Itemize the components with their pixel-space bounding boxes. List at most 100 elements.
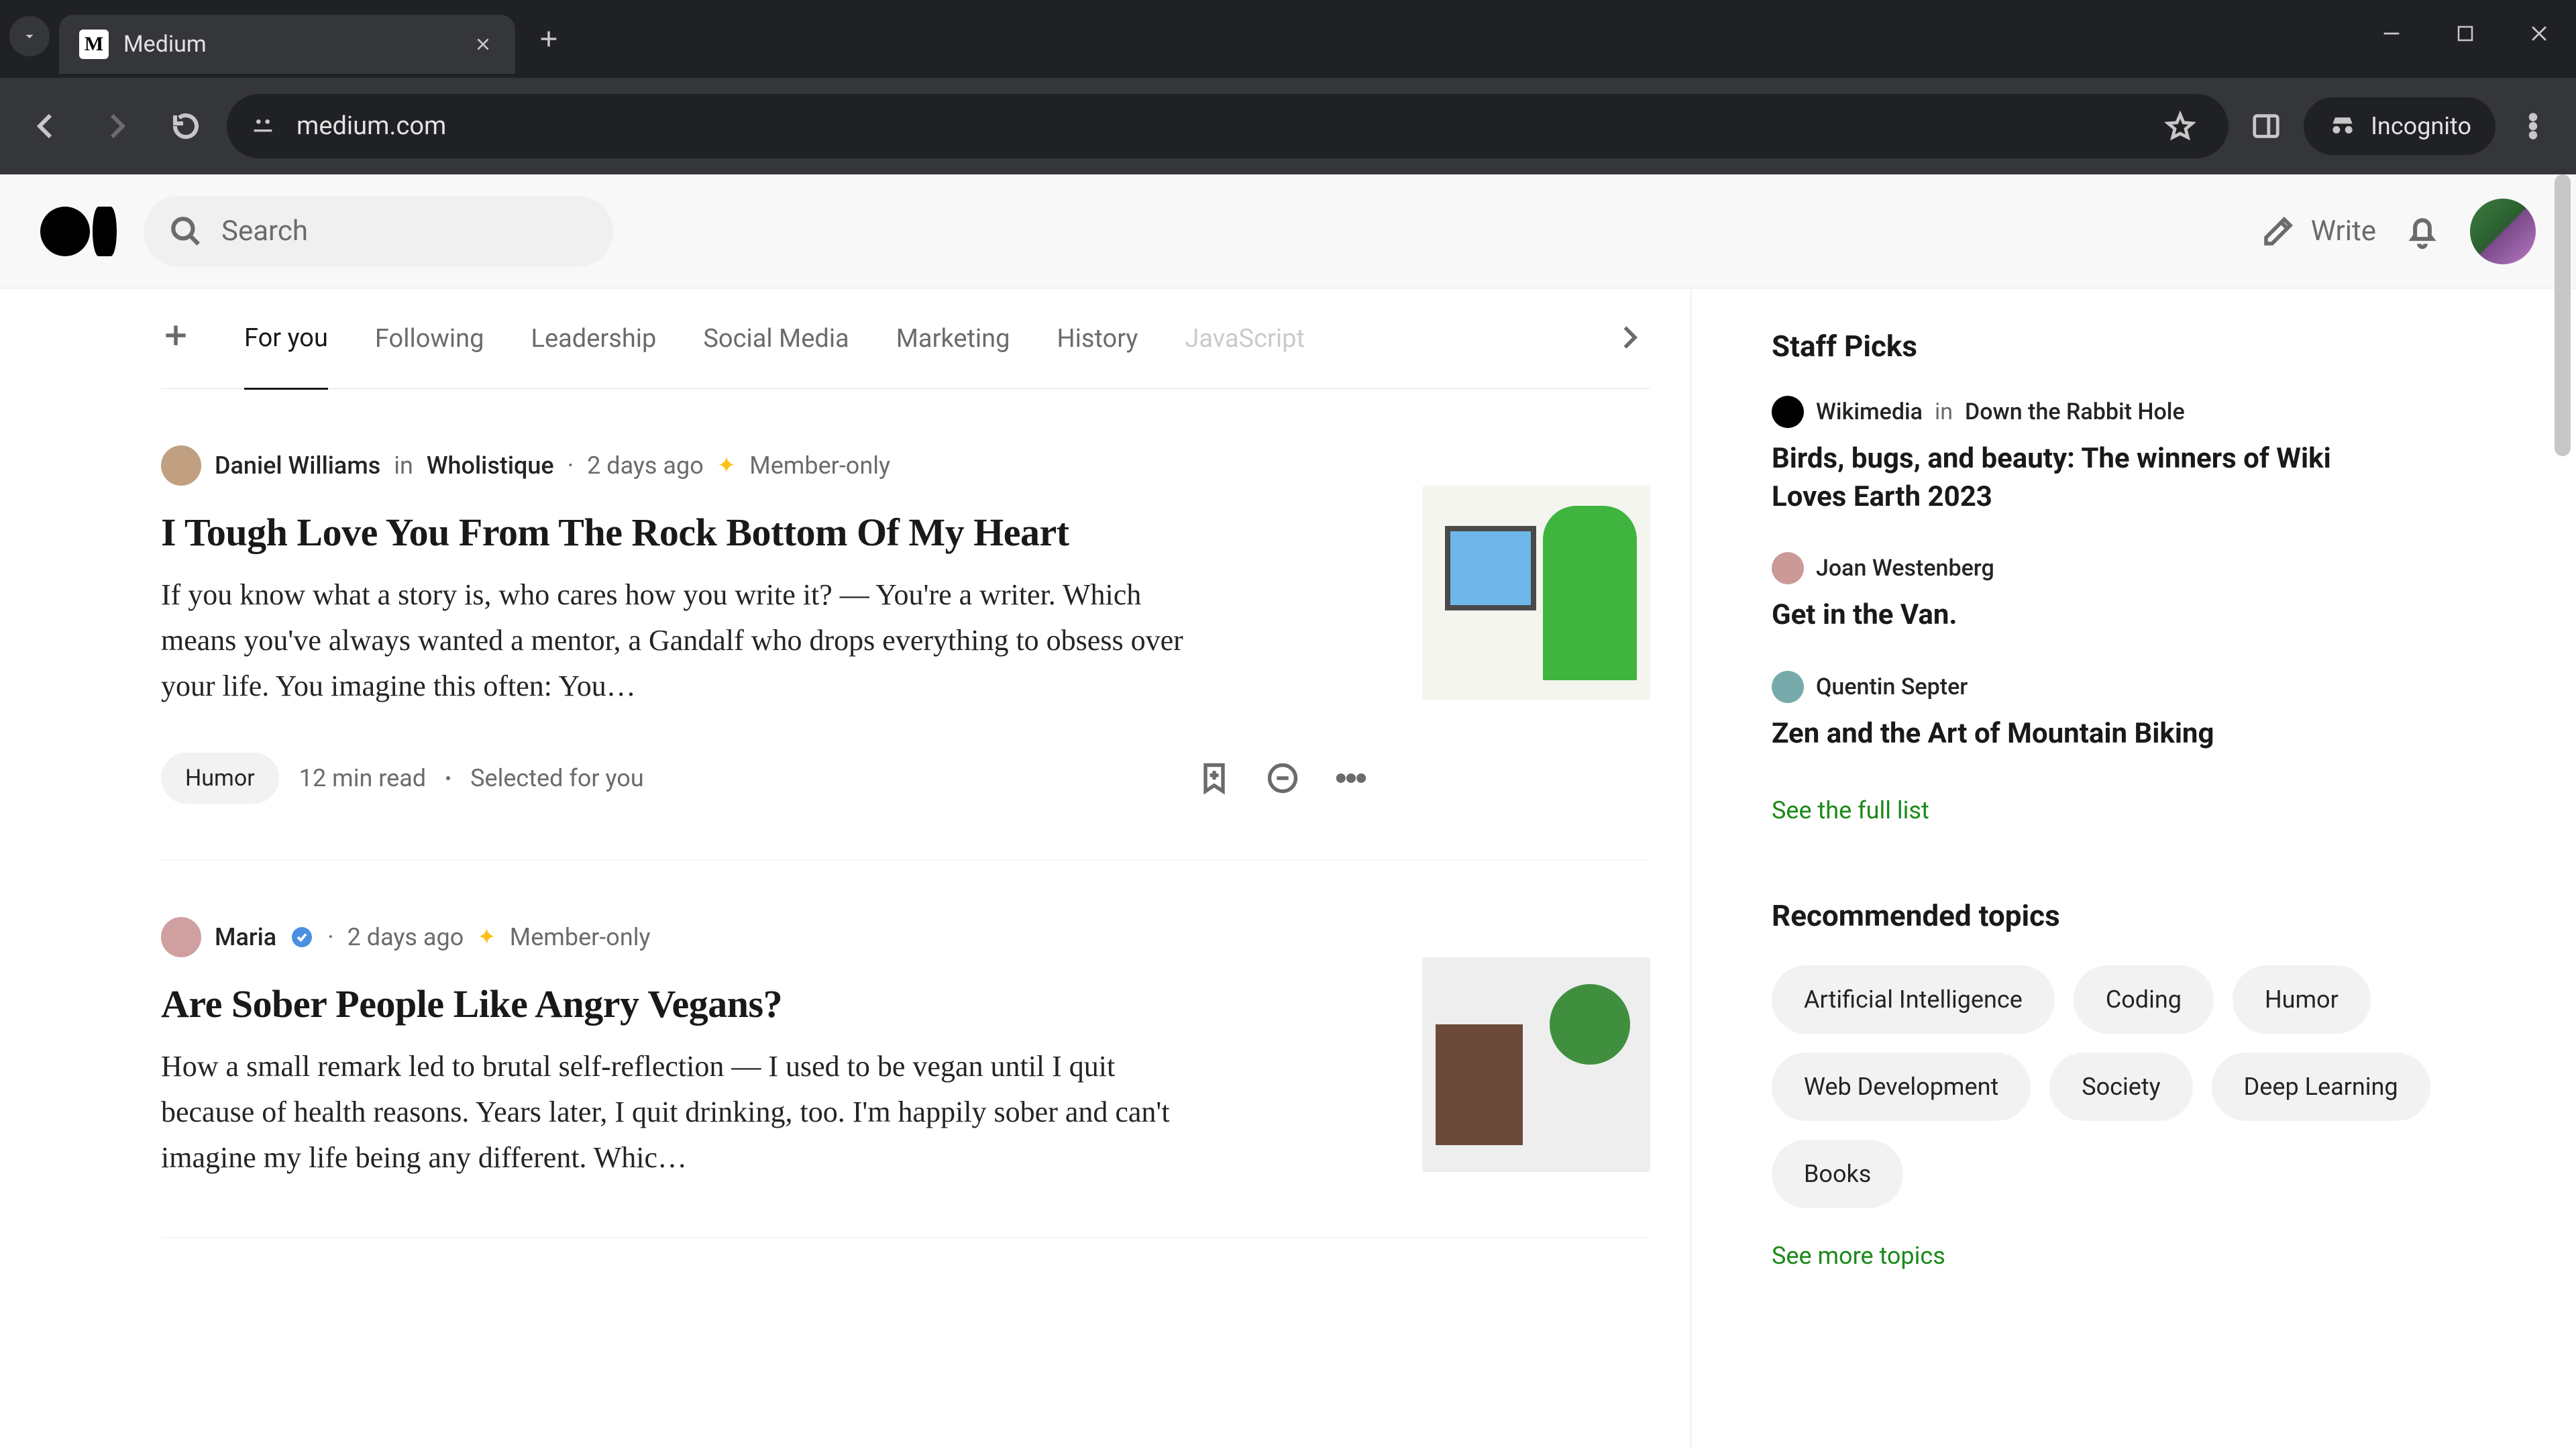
article-card[interactable]: Maria · 2 days ago ✦ Member-only Are Sob…: [161, 861, 1650, 1238]
bookmark-star-icon[interactable]: [2155, 101, 2206, 152]
member-only-label: Member-only: [749, 451, 890, 480]
feed-tab-following[interactable]: Following: [375, 289, 484, 388]
tab-close-button[interactable]: [471, 32, 495, 56]
save-bookmark-icon[interactable]: [1197, 761, 1232, 796]
feed-tab-javascript[interactable]: JavaScript: [1185, 289, 1305, 388]
more-options-icon[interactable]: [1334, 761, 1368, 796]
window-maximize-button[interactable]: [2428, 7, 2502, 60]
incognito-label: Incognito: [2371, 112, 2471, 140]
article-title[interactable]: I Tough Love You From The Rock Bottom Of…: [161, 510, 1382, 555]
vertical-scrollbar[interactable]: [2549, 174, 2576, 1449]
author-avatar[interactable]: [161, 917, 201, 957]
medium-app: Search Write For you Following Leadershi…: [0, 174, 2576, 1449]
member-only-label: Member-only: [510, 923, 651, 951]
read-time: 12 min read: [299, 764, 426, 792]
nav-back-button[interactable]: [17, 97, 75, 155]
article-age: 2 days ago: [587, 451, 704, 480]
bell-icon: [2403, 211, 2442, 250]
pick-avatar[interactable]: [1772, 671, 1804, 703]
write-icon: [2260, 213, 2296, 250]
search-placeholder: Search: [221, 215, 308, 248]
site-settings-icon[interactable]: [250, 113, 276, 140]
article-snippet: If you know what a story is, who cares h…: [161, 572, 1208, 710]
article-age: 2 days ago: [347, 923, 464, 951]
side-panel-icon[interactable]: [2241, 101, 2292, 152]
show-less-icon[interactable]: [1265, 761, 1300, 796]
author-name[interactable]: Daniel Williams: [215, 451, 380, 480]
window-minimize-button[interactable]: [2355, 7, 2428, 60]
article-title[interactable]: Are Sober People Like Angry Vegans?: [161, 981, 1382, 1026]
write-button[interactable]: Write: [2260, 213, 2376, 250]
address-bar[interactable]: medium.com: [227, 94, 2229, 158]
pick-title[interactable]: Get in the Van.: [1772, 596, 2362, 635]
pick-avatar[interactable]: [1772, 552, 1804, 584]
pick-title[interactable]: Zen and the Art of Mountain Biking: [1772, 715, 2362, 753]
profile-avatar[interactable]: [2470, 199, 2536, 264]
address-bar-url: medium.com: [297, 111, 2135, 141]
browser-tab[interactable]: M Medium: [59, 15, 515, 74]
nav-reload-button[interactable]: [157, 97, 215, 155]
medium-logo[interactable]: [40, 207, 117, 256]
pick-avatar[interactable]: [1772, 396, 1804, 428]
author-name[interactable]: Maria: [215, 923, 276, 951]
selected-for-you: Selected for you: [470, 764, 644, 792]
feed-tab-history[interactable]: History: [1057, 289, 1138, 388]
member-star-icon: ✦: [717, 452, 737, 479]
pick-author[interactable]: Wikimedia: [1816, 398, 1923, 425]
topic-pill[interactable]: Books: [1772, 1140, 1903, 1208]
article-tag[interactable]: Humor: [161, 753, 279, 804]
tab-favicon: M: [79, 30, 109, 59]
notifications-button[interactable]: [2403, 211, 2443, 252]
topic-pill[interactable]: Humor: [2233, 965, 2371, 1034]
browser-toolbar: medium.com Incognito: [0, 78, 2576, 174]
window-close-button[interactable]: [2502, 7, 2576, 60]
nav-forward-button[interactable]: [87, 97, 145, 155]
member-star-icon: ✦: [477, 924, 496, 951]
see-full-list-link[interactable]: See the full list: [1772, 796, 1929, 824]
incognito-indicator[interactable]: Incognito: [2304, 97, 2496, 155]
browser-menu-icon[interactable]: [2508, 101, 2559, 152]
topic-pill[interactable]: Artificial Intelligence: [1772, 965, 2055, 1034]
topic-pill[interactable]: Web Development: [1772, 1053, 2031, 1121]
tab-search-dropdown[interactable]: [9, 16, 50, 56]
new-tab-button[interactable]: [529, 19, 569, 59]
search-icon: [169, 215, 203, 248]
article-byline: Daniel Williams in Wholistique · 2 days …: [161, 445, 1382, 486]
medium-header: Search Write: [0, 174, 2576, 288]
article-thumbnail: [1422, 957, 1650, 1172]
feed-column: For you Following Leadership Social Medi…: [0, 288, 1690, 1449]
staff-pick-item[interactable]: Joan Westenberg Get in the Van.: [1772, 552, 2522, 635]
add-topic-button[interactable]: [161, 321, 197, 357]
write-label: Write: [2311, 215, 2376, 248]
topic-pill[interactable]: Deep Learning: [2212, 1053, 2430, 1121]
pick-author[interactable]: Quentin Septer: [1816, 674, 1968, 700]
recommended-topics-heading: Recommended topics: [1772, 898, 2522, 933]
see-more-topics-link[interactable]: See more topics: [1772, 1242, 1945, 1270]
topic-pill[interactable]: Coding: [2074, 965, 2214, 1034]
browser-titlebar: M Medium: [0, 0, 2576, 78]
feed-tab-social-media[interactable]: Social Media: [703, 289, 849, 388]
pick-publication[interactable]: Down the Rabbit Hole: [1965, 398, 2185, 425]
staff-pick-item[interactable]: Quentin Septer Zen and the Art of Mounta…: [1772, 671, 2522, 753]
publication-name[interactable]: Wholistique: [427, 451, 554, 480]
topic-pills: Artificial Intelligence Coding Humor Web…: [1772, 965, 2522, 1208]
feed-tab-for-you[interactable]: For you: [244, 288, 328, 390]
verified-badge-icon: [290, 925, 314, 949]
tabs-scroll-right[interactable]: [1614, 323, 1650, 355]
staff-pick-item[interactable]: Wikimedia in Down the Rabbit Hole Birds,…: [1772, 396, 2522, 516]
feed-tab-marketing[interactable]: Marketing: [896, 289, 1010, 388]
author-avatar[interactable]: [161, 445, 201, 486]
sidebar-column: Staff Picks Wikimedia in Down the Rabbit…: [1690, 288, 2576, 1449]
topic-pill[interactable]: Society: [2049, 1053, 2192, 1121]
article-byline: Maria · 2 days ago ✦ Member-only: [161, 917, 1382, 957]
article-meta: Humor 12 min read Selected for you: [161, 753, 1382, 804]
search-input[interactable]: Search: [144, 196, 613, 267]
pick-title[interactable]: Birds, bugs, and beauty: The winners of …: [1772, 440, 2362, 516]
pick-author[interactable]: Joan Westenberg: [1816, 555, 1994, 582]
article-card[interactable]: Daniel Williams in Wholistique · 2 days …: [161, 389, 1650, 861]
article-thumbnail: [1422, 486, 1650, 700]
incognito-icon: [2328, 111, 2357, 141]
in-word: in: [394, 451, 413, 480]
feed-tab-leadership[interactable]: Leadership: [531, 289, 656, 388]
feed-tabs: For you Following Leadership Social Medi…: [161, 288, 1650, 389]
